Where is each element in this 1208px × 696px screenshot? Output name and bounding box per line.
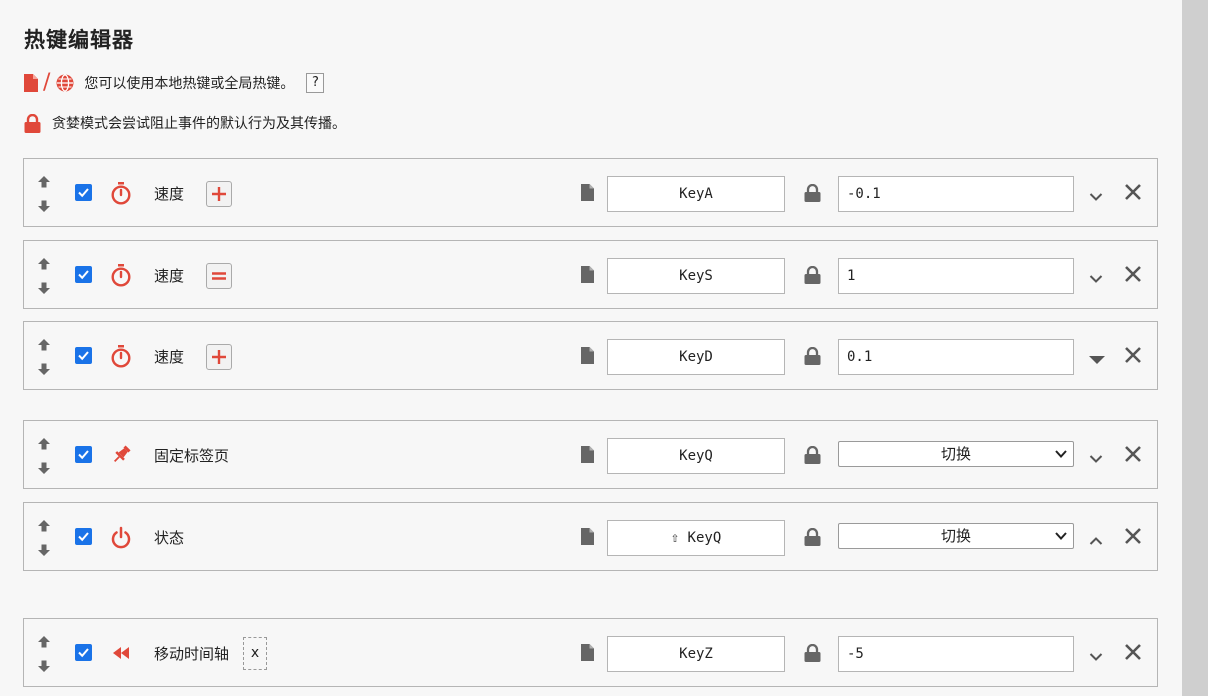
close-icon[interactable]	[1124, 527, 1142, 549]
operator-plus-button[interactable]	[206, 181, 232, 207]
close-icon[interactable]	[1124, 445, 1142, 467]
key-input[interactable]: KeyQ	[607, 438, 785, 474]
value-select[interactable]: 切换	[838, 441, 1074, 467]
local-document-icon[interactable]	[581, 184, 594, 205]
close-icon[interactable]	[1124, 183, 1142, 205]
local-document-icon[interactable]	[581, 347, 594, 368]
caret-down-icon[interactable]	[1089, 350, 1105, 369]
scrollbar-track[interactable]	[1182, 0, 1208, 696]
enable-checkbox[interactable]	[75, 446, 92, 463]
reorder-arrows-icon[interactable]	[37, 175, 51, 213]
greedy-lock-icon[interactable]	[804, 445, 821, 468]
enable-checkbox[interactable]	[75, 184, 92, 201]
greedy-lock-icon[interactable]	[804, 183, 821, 206]
pin-icon	[110, 443, 132, 467]
reorder-arrows-icon[interactable]	[37, 437, 51, 475]
chevron-down-icon[interactable]	[1089, 187, 1103, 206]
action-label: 移动时间轴	[154, 645, 230, 663]
enable-checkbox[interactable]	[75, 644, 92, 661]
local-document-icon[interactable]	[581, 266, 594, 287]
greedy-lock-icon[interactable]	[804, 643, 821, 666]
chevron-down-icon[interactable]	[1089, 449, 1103, 468]
close-icon[interactable]	[1124, 643, 1142, 665]
value-select-text: 切换	[940, 445, 971, 463]
action-label: 固定标签页	[154, 447, 230, 465]
operator-plus-button[interactable]	[206, 344, 232, 370]
enable-checkbox[interactable]	[75, 266, 92, 283]
help-button[interactable]: ?	[306, 73, 325, 93]
hotkey-row: 固定标签页 KeyQ 切换	[23, 420, 1158, 489]
key-input[interactable]: KeyZ	[607, 636, 785, 672]
reorder-arrows-icon[interactable]	[37, 338, 51, 376]
reorder-arrows-icon[interactable]	[37, 257, 51, 295]
reorder-arrows-icon[interactable]	[37, 519, 51, 557]
local-document-icon[interactable]	[581, 446, 594, 467]
stopwatch-icon	[110, 181, 132, 205]
action-label: 状态	[154, 529, 185, 547]
action-label: 速度	[154, 185, 185, 203]
info-greedy-mode: 贪婪模式会尝试阻止事件的默认行为及其传播。	[24, 113, 346, 133]
close-icon[interactable]	[1124, 346, 1142, 368]
stopwatch-icon	[110, 263, 132, 287]
reorder-arrows-icon[interactable]	[37, 635, 51, 673]
stopwatch-icon	[110, 344, 132, 368]
extra-x-button[interactable]: x	[243, 637, 267, 670]
hotkey-row: 速度 KeyS 1	[23, 240, 1158, 309]
key-input[interactable]: ⇧ KeyQ	[607, 520, 785, 556]
info-text-local-global: 您可以使用本地热键或全局热键。	[84, 76, 295, 92]
local-document-icon[interactable]	[581, 644, 594, 665]
power-icon	[110, 525, 132, 549]
separator-slash: /	[43, 70, 51, 95]
operator-equals-button[interactable]	[206, 263, 232, 289]
key-input[interactable]: KeyS	[607, 258, 785, 294]
info-text-greedy: 贪婪模式会尝试阻止事件的默认行为及其传播。	[52, 116, 346, 132]
action-label: 速度	[154, 348, 185, 366]
rewind-icon	[110, 641, 132, 665]
local-document-icon[interactable]	[581, 528, 594, 549]
enable-checkbox[interactable]	[75, 528, 92, 545]
value-input[interactable]: 0.1	[838, 339, 1074, 375]
key-input[interactable]: KeyD	[607, 339, 785, 375]
page-title: 热键编辑器	[24, 28, 134, 52]
value-select[interactable]: 切换	[838, 523, 1074, 549]
value-select-text: 切换	[940, 527, 971, 545]
value-input[interactable]: -0.1	[838, 176, 1074, 212]
value-input[interactable]: 1	[838, 258, 1074, 294]
greedy-lock-icon[interactable]	[804, 346, 821, 369]
close-icon[interactable]	[1124, 265, 1142, 287]
chevron-up-icon[interactable]	[1089, 531, 1103, 550]
hotkey-row: 速度 KeyA -0.1	[23, 158, 1158, 227]
action-label: 速度	[154, 267, 185, 285]
greedy-lock-icon[interactable]	[804, 265, 821, 288]
lock-icon	[24, 113, 41, 133]
document-icon	[24, 74, 38, 92]
hotkey-row: 状态 ⇧ KeyQ 切换	[23, 502, 1158, 571]
chevron-down-icon[interactable]	[1089, 269, 1103, 288]
value-input[interactable]: -5	[838, 636, 1074, 672]
enable-checkbox[interactable]	[75, 347, 92, 364]
key-input[interactable]: KeyA	[607, 176, 785, 212]
chevron-down-icon[interactable]	[1089, 647, 1103, 666]
globe-icon	[56, 74, 74, 92]
hotkey-row: 速度 KeyD 0.1	[23, 321, 1158, 390]
greedy-lock-icon[interactable]	[804, 527, 821, 550]
hotkey-row: 移动时间轴 x KeyZ -5	[23, 618, 1158, 687]
info-local-global: / 您可以使用本地热键或全局热键。 ?	[24, 70, 325, 95]
